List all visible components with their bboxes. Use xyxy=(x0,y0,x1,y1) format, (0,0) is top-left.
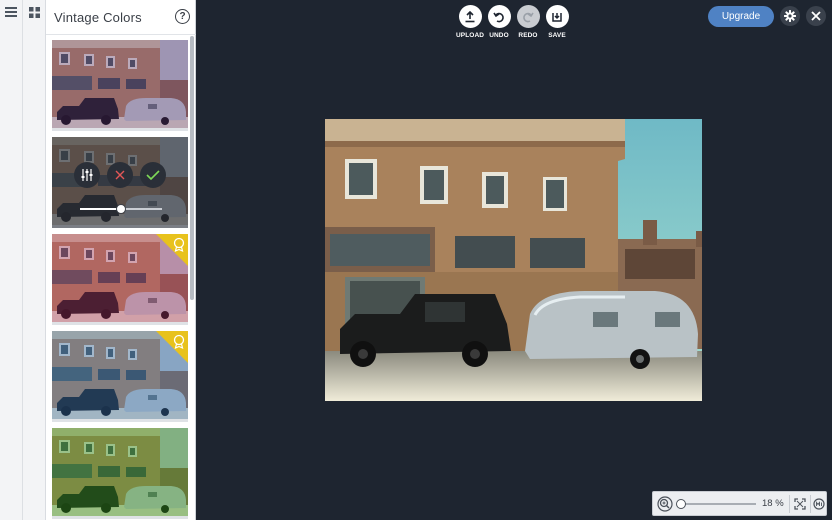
rail-divider xyxy=(22,0,23,520)
save-label: SAVE xyxy=(548,32,566,39)
filter-thumbnail[interactable] xyxy=(52,137,188,228)
redo-icon xyxy=(516,5,540,28)
intensity-slider-fill xyxy=(80,208,121,210)
filter-adjust-overlay xyxy=(52,137,188,228)
upload-label: UPLOAD xyxy=(455,32,485,39)
adjust-sliders-icon[interactable] xyxy=(74,162,100,188)
filter-thumbnail[interactable] xyxy=(52,428,188,519)
zoom-slider-track[interactable] xyxy=(680,503,756,505)
thumbnail-strip xyxy=(52,516,188,519)
premium-badge-icon xyxy=(156,331,188,363)
zoom-slider-knob[interactable] xyxy=(676,499,686,509)
redo-tool[interactable]: REDO xyxy=(516,5,540,39)
close-icon[interactable] xyxy=(806,6,826,26)
photo-artwork xyxy=(325,119,702,401)
zoom-in-icon[interactable] xyxy=(655,494,674,513)
undo-tool[interactable]: UNDO xyxy=(487,5,511,39)
fit-screen-icon[interactable] xyxy=(790,494,809,513)
menu-icon[interactable] xyxy=(0,1,22,23)
panel-title: Vintage Colors xyxy=(54,9,142,25)
panel-divider xyxy=(46,34,196,35)
settings-icon[interactable] xyxy=(780,6,800,26)
panel-header: Vintage Colors ? xyxy=(46,0,196,34)
thumbnail-strip xyxy=(52,322,188,325)
cancel-filter-icon[interactable] xyxy=(107,162,133,188)
upgrade-button[interactable]: Upgrade xyxy=(708,6,774,27)
filter-thumbnail[interactable] xyxy=(52,40,188,131)
thumbnail-strip xyxy=(52,128,188,131)
redo-label: REDO xyxy=(518,32,538,39)
undo-icon xyxy=(487,5,511,28)
left-rail xyxy=(0,0,46,520)
thumbnail-strip xyxy=(52,419,188,422)
panel-scrollbar[interactable] xyxy=(190,36,194,300)
canvas-photo[interactable] xyxy=(325,119,702,401)
upload-icon xyxy=(458,5,482,28)
filter-thumbnail[interactable] xyxy=(52,234,188,325)
help-icon[interactable]: ? xyxy=(175,9,190,24)
zoom-control: 18 % xyxy=(652,491,827,516)
save-tool[interactable]: SAVE xyxy=(545,5,569,39)
filter-panel: Vintage Colors ? xyxy=(46,0,196,520)
premium-badge-icon xyxy=(156,234,188,266)
upload-tool[interactable]: UPLOAD xyxy=(455,5,485,39)
save-icon xyxy=(545,5,569,28)
undo-label: UNDO xyxy=(489,32,509,39)
apply-filter-icon[interactable] xyxy=(140,162,166,188)
filter-thumbnail[interactable] xyxy=(52,331,188,422)
zoom-value: 18 % xyxy=(762,498,784,509)
grid-icon[interactable] xyxy=(23,1,45,23)
actual-size-icon[interactable] xyxy=(809,494,828,513)
intensity-slider-knob[interactable] xyxy=(116,204,126,214)
